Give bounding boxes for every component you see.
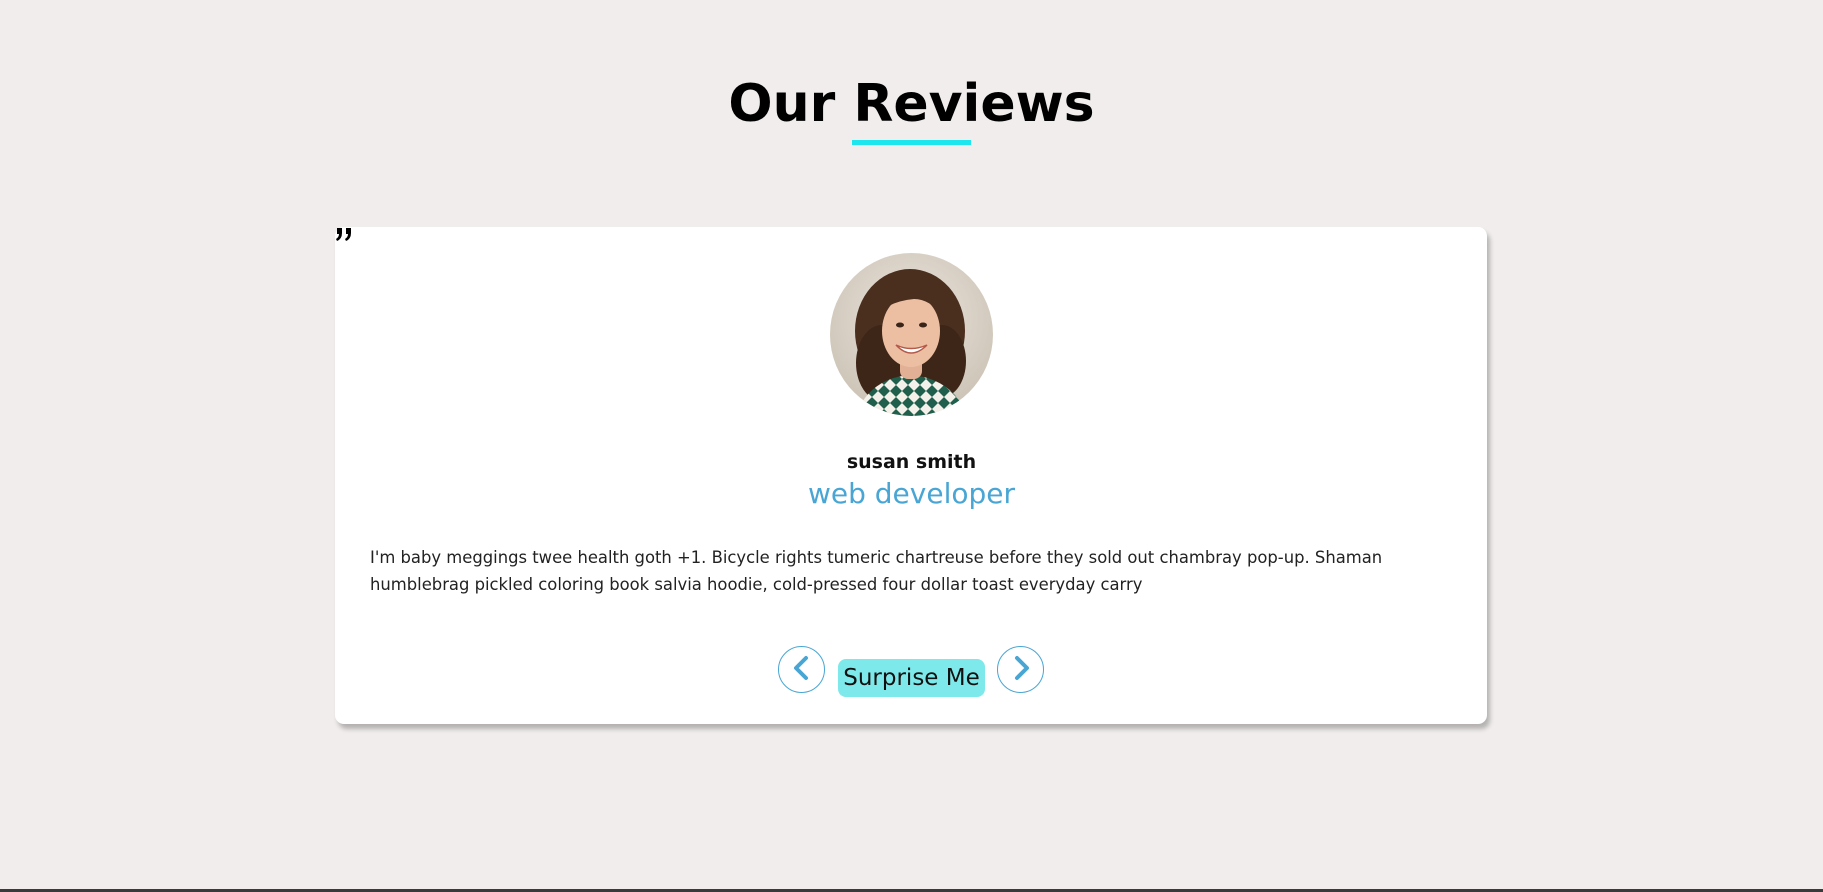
avatar [830,253,993,416]
quote-right-icon [335,225,355,245]
reviewer-job: web developer [807,477,1016,510]
prev-review-button[interactable] [778,646,825,693]
next-review-button[interactable] [997,646,1044,693]
surprise-me-button[interactable]: Surprise Me [838,659,985,697]
title-underline [852,140,971,145]
review-text: I'm baby meggings twee health goth +1. B… [370,548,1383,594]
chevron-left-icon [790,655,814,684]
chevron-right-icon [1009,655,1033,684]
page-title: Our Reviews [728,74,1095,134]
reviewer-name: susan smith [846,451,977,473]
